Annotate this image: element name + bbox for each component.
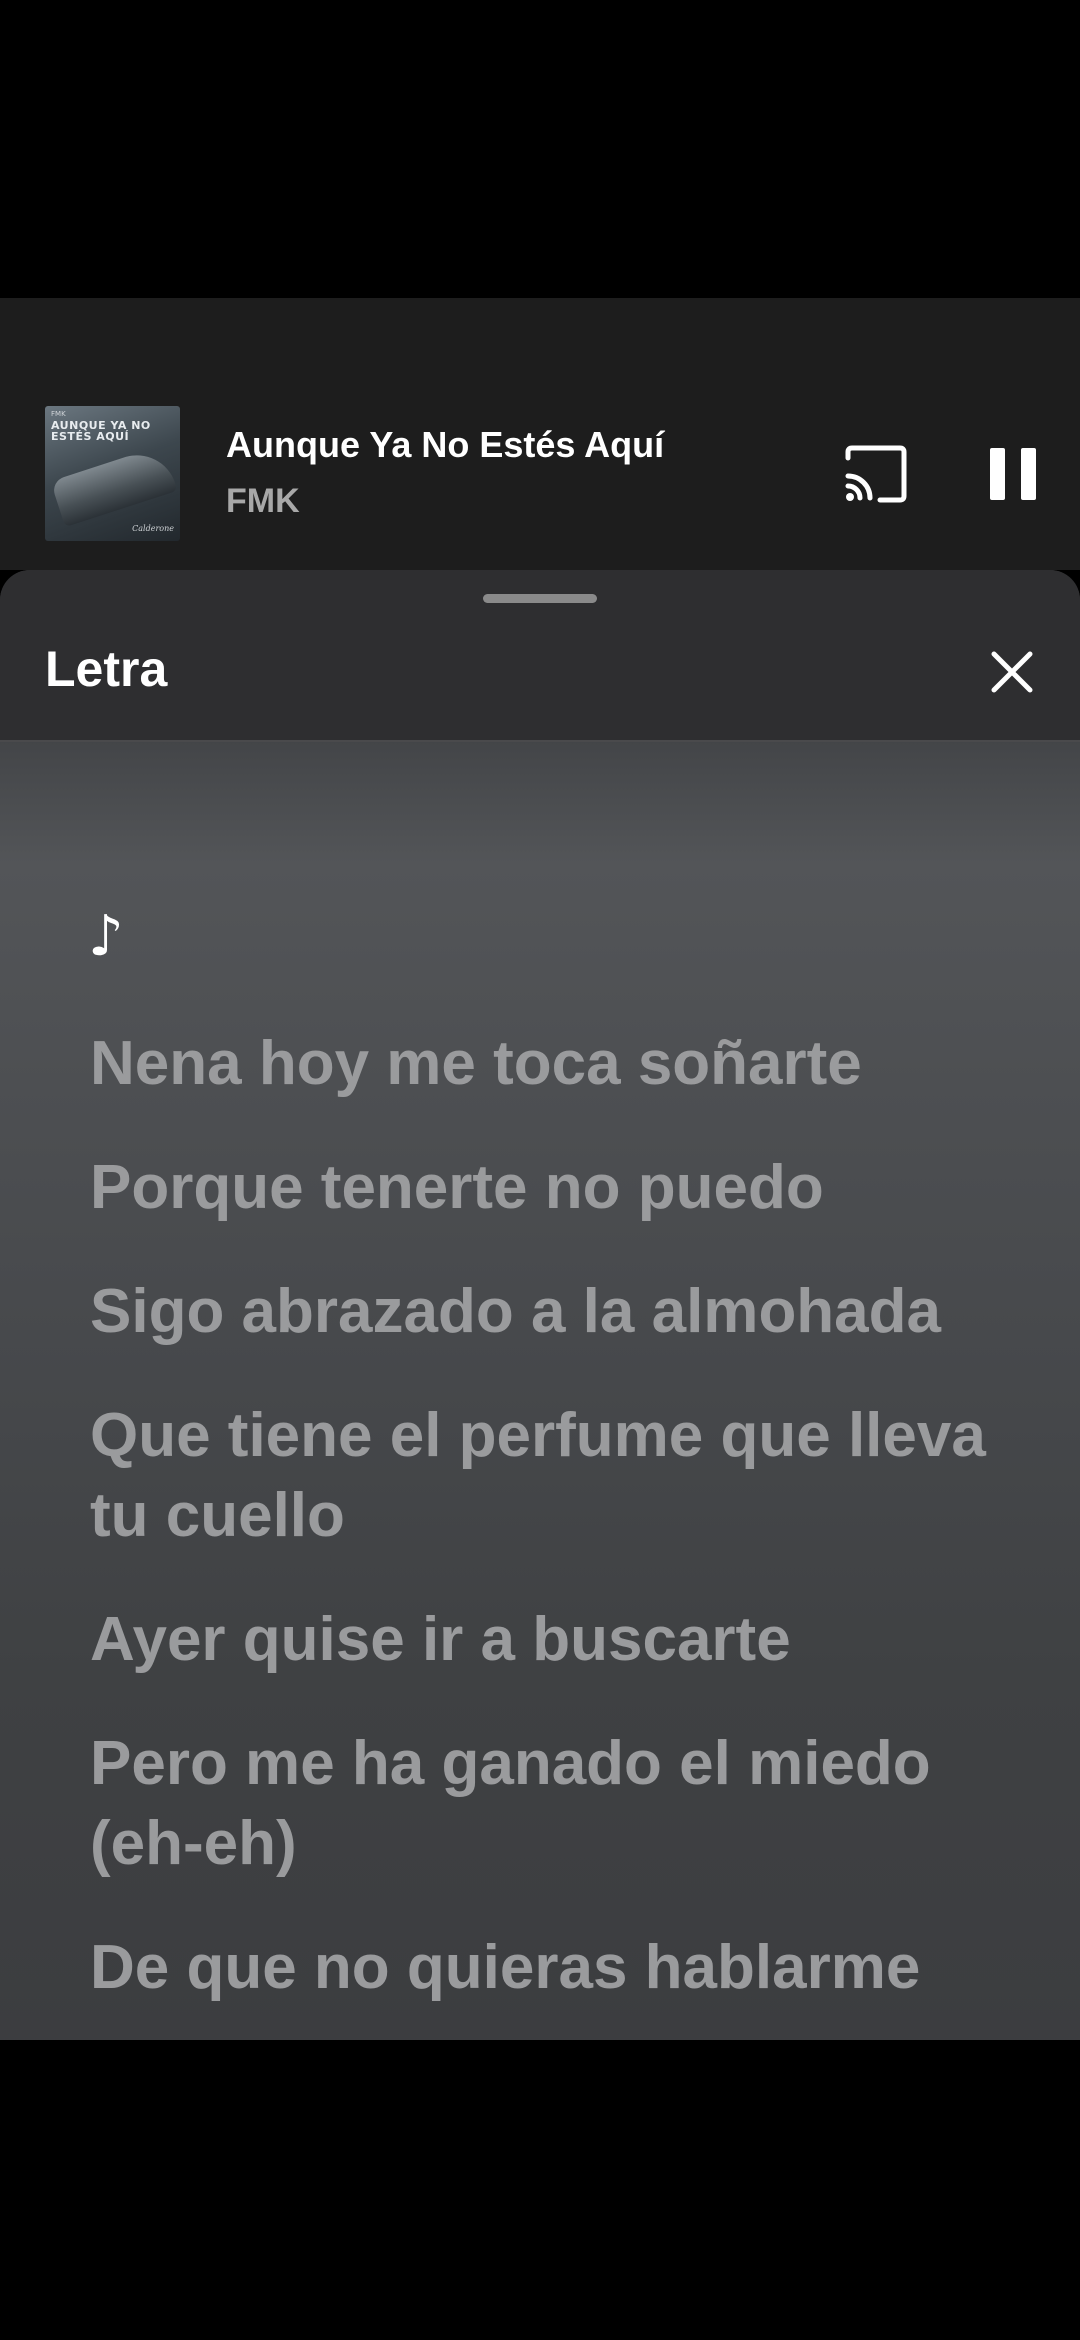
close-icon: [991, 651, 1033, 693]
navigation-bar-area: [0, 2040, 1080, 2340]
lyric-line[interactable]: Nena hoy me toca soñarte: [90, 1024, 1010, 1104]
drag-handle[interactable]: [483, 594, 597, 603]
lyric-line[interactable]: Sigo abrazado a la almohada: [90, 1272, 1010, 1352]
album-art[interactable]: FMK AUNQUE YA NO ESTÉS AQUÍ Calderone: [45, 406, 180, 541]
status-area: [0, 0, 1080, 298]
album-art-title: AUNQUE YA NO ESTÉS AQUÍ: [51, 419, 151, 443]
lyric-line[interactable]: Pero me ha ganado el miedo (eh-eh): [90, 1724, 1010, 1884]
lyrics-sheet-title: Letra: [45, 641, 168, 697]
lyric-line[interactable]: Porque tenerte no puedo: [90, 1148, 1010, 1228]
album-art-artist: FMK: [51, 410, 66, 418]
pause-icon-bar-left: [990, 448, 1005, 500]
lyric-line[interactable]: Que tiene el perfume que lleva tu cuello: [90, 1396, 1010, 1556]
pause-icon-bar-right: [1021, 448, 1036, 500]
album-art-signature: Calderone: [132, 524, 174, 533]
lyric-line[interactable]: Ayer quise ir a buscarte: [90, 1600, 1010, 1680]
lyrics-sheet-header: Letra: [0, 570, 1080, 742]
cast-icon: [845, 445, 907, 503]
lyric-line[interactable]: De que no quieras hablarme: [90, 1928, 1010, 2008]
track-title[interactable]: Aunque Ya No Estés Aquí: [226, 424, 664, 466]
track-artist[interactable]: FMK: [226, 482, 300, 521]
music-note-icon: ♪: [88, 904, 124, 969]
album-art-car-image: [50, 444, 178, 528]
cast-button[interactable]: [842, 444, 910, 504]
pause-button[interactable]: [990, 448, 1036, 500]
close-button[interactable]: [988, 648, 1036, 696]
